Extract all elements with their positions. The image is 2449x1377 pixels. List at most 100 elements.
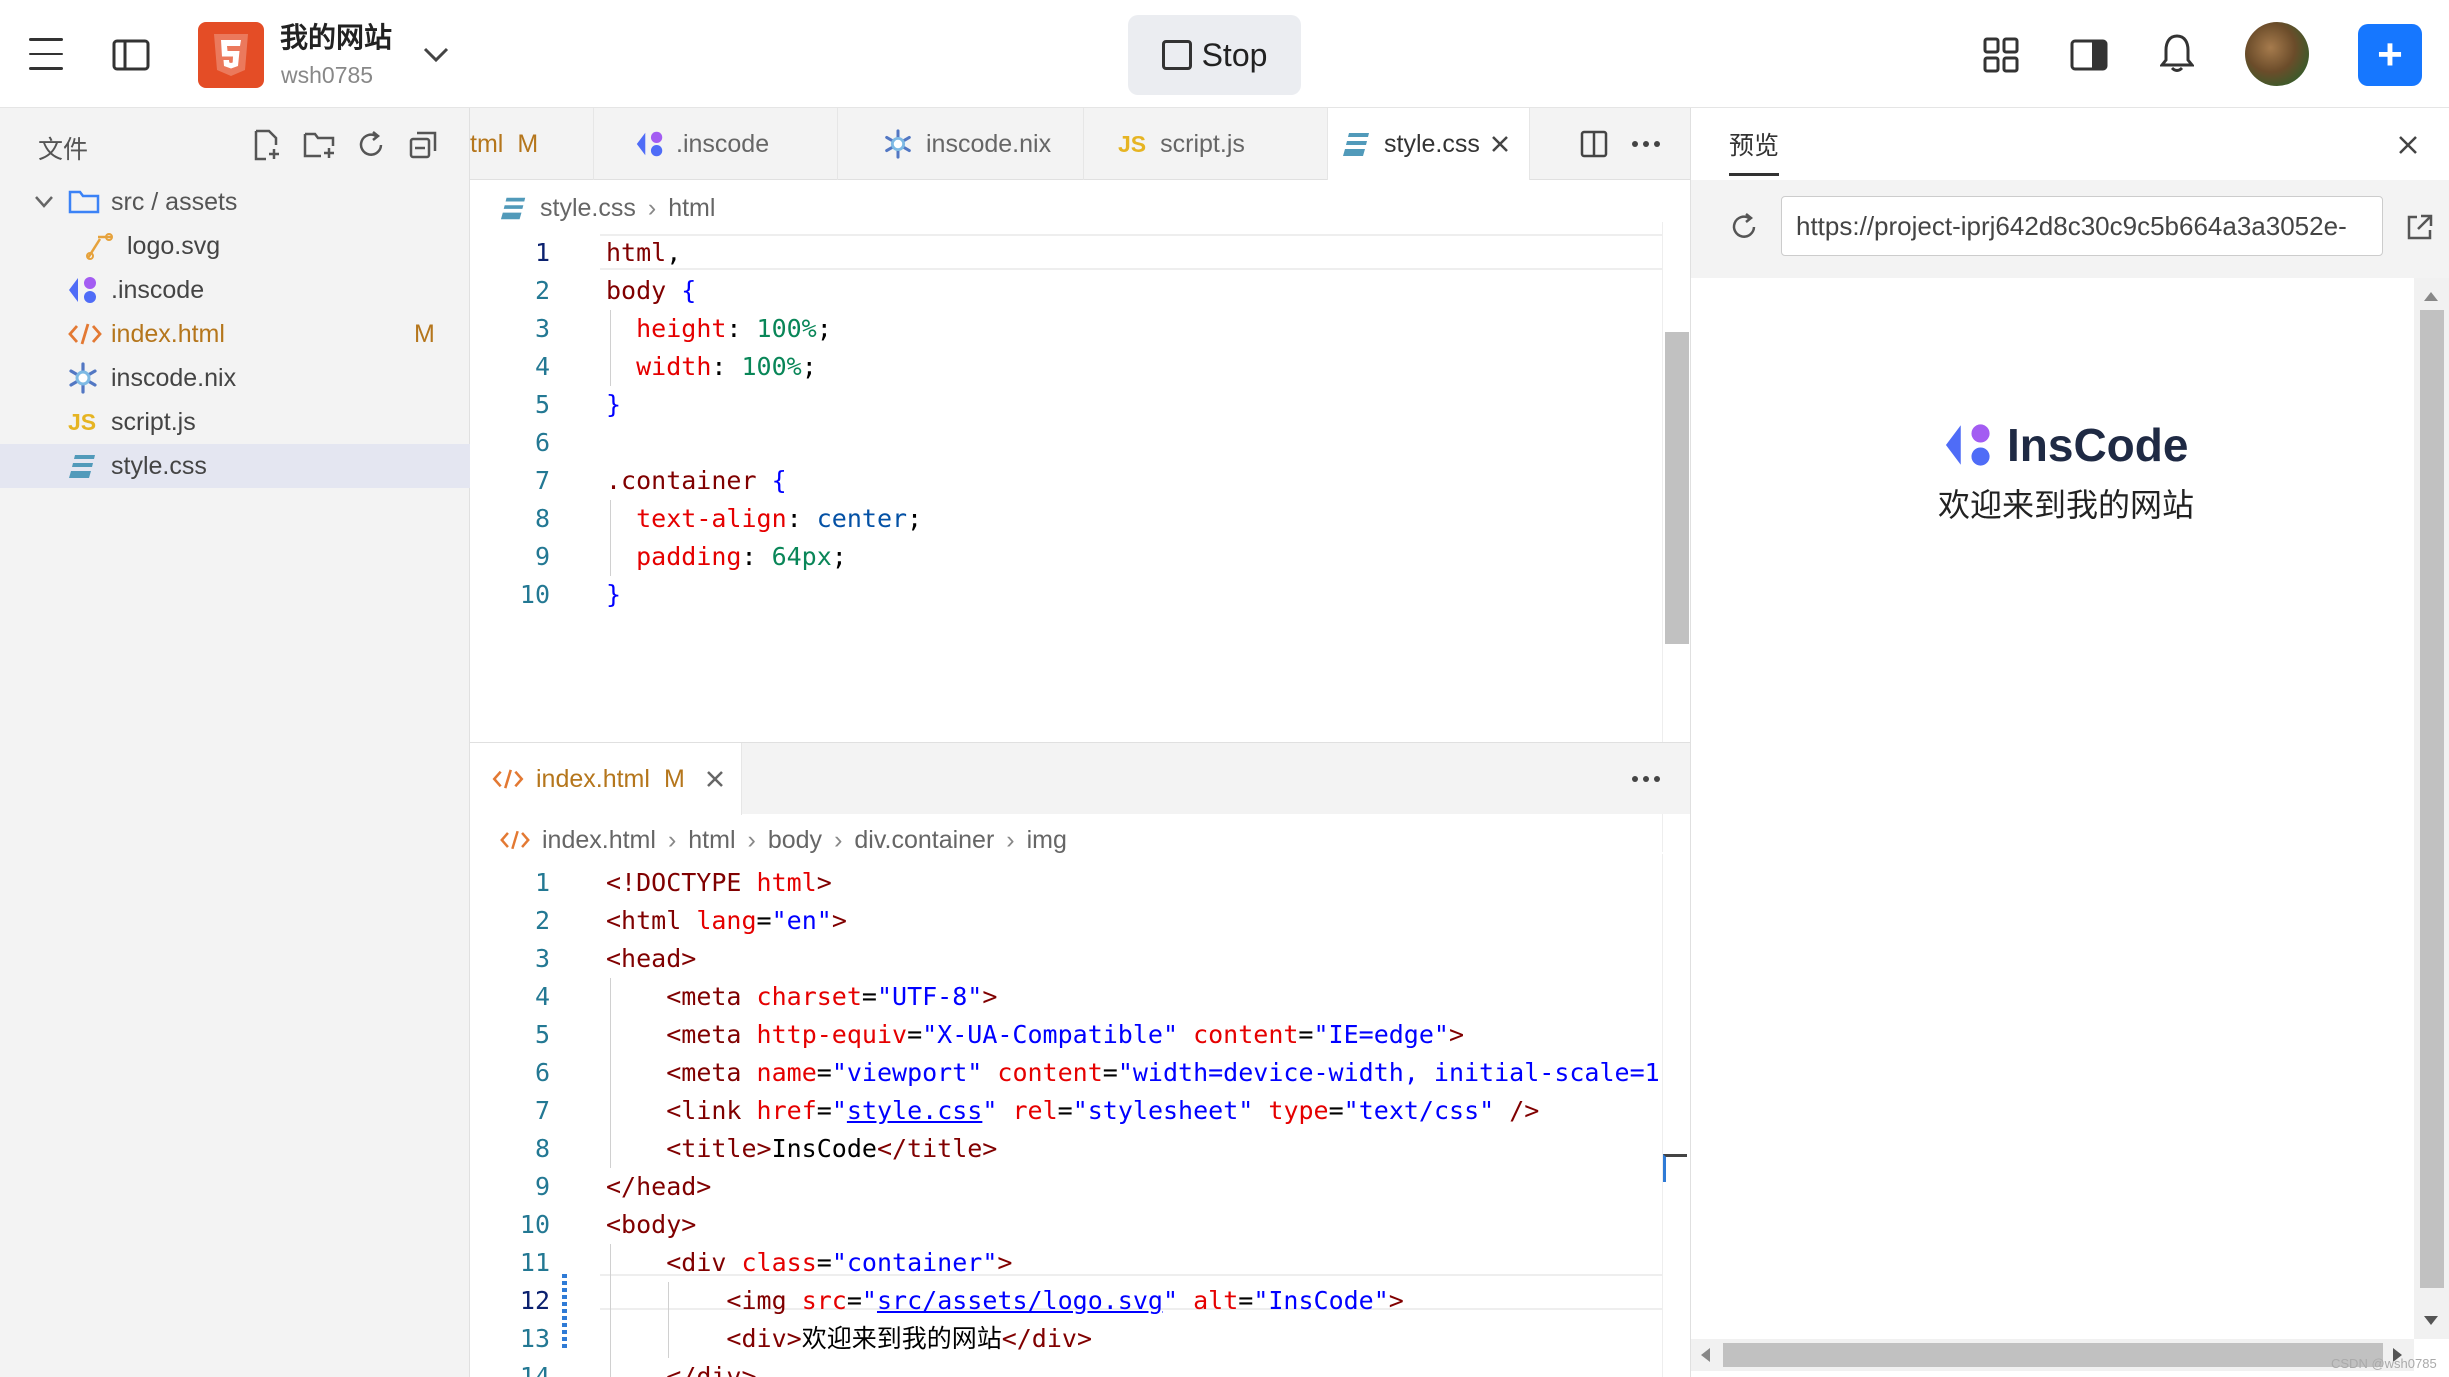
tab-label: script.js <box>1160 129 1245 158</box>
collapse-all-icon[interactable] <box>406 128 440 162</box>
css-file-icon <box>500 197 526 220</box>
scrollbar-thumb[interactable] <box>1663 1154 1687 1182</box>
more-actions-icon[interactable] <box>1628 763 1664 795</box>
breadcrumb-item[interactable]: img <box>1027 826 1067 855</box>
css-file-icon <box>69 455 95 478</box>
breadcrumb-item[interactable]: style.css <box>540 194 636 223</box>
inscode-file-icon <box>636 131 663 157</box>
tab-script-js[interactable]: JS script.js <box>1084 108 1328 180</box>
tree-item-script-js[interactable]: JS script.js <box>0 400 470 444</box>
welcome-text: 欢迎来到我的网站 <box>1938 487 2195 523</box>
breadcrumb-item[interactable]: body <box>768 826 822 855</box>
line-number: 6 <box>534 428 550 457</box>
scrollbar-thumb[interactable] <box>2420 310 2444 1288</box>
breadcrumb-item[interactable]: div.container <box>854 826 994 855</box>
tab-inscode[interactable]: .inscode <box>594 108 838 180</box>
tab-index-html[interactable]: index.html M <box>470 743 742 815</box>
split-editor-icon[interactable] <box>1578 128 1610 160</box>
tree-item-label: script.js <box>111 407 196 436</box>
line-number: 14 <box>519 1362 550 1377</box>
modified-badge: M <box>663 764 685 793</box>
add-button[interactable]: + <box>2358 24 2422 86</box>
reload-icon[interactable] <box>1729 212 1759 242</box>
preview-viewport[interactable]: InsCode 欢迎来到我的网站 <box>1691 278 2414 1339</box>
scroll-down-arrow-icon[interactable] <box>2424 1316 2438 1325</box>
chevron-right-icon: › <box>1006 825 1015 854</box>
scrollbar-bottom[interactable] <box>1662 854 1690 1377</box>
html-file-icon <box>492 769 524 789</box>
close-icon[interactable] <box>2397 134 2419 156</box>
modified-badge: M <box>414 319 435 348</box>
js-file-icon: JS <box>68 408 97 435</box>
line-number: 8 <box>534 504 550 533</box>
editor-tab-bar-top: tml M .inscode inscode.nix JS script.js … <box>470 108 1690 180</box>
editor-area: tml M .inscode inscode.nix JS script.js … <box>470 108 1690 1377</box>
breadcrumb-item[interactable]: html <box>668 194 715 223</box>
open-external-icon[interactable] <box>2405 212 2435 242</box>
chevron-down-icon <box>35 196 53 208</box>
inscode-file-icon <box>69 277 96 303</box>
html-file-icon <box>68 323 102 345</box>
breadcrumb-top: style.css › html <box>500 186 715 230</box>
line-number: 3 <box>534 944 550 973</box>
line-number: 4 <box>534 352 550 381</box>
brand-name: InsCode <box>2007 419 2189 471</box>
breadcrumb-item[interactable]: index.html <box>542 826 656 855</box>
tree-item-index-html[interactable]: index.html M <box>0 312 470 356</box>
indent-guide <box>668 1282 669 1358</box>
html-file-icon <box>500 830 530 850</box>
svg-file-icon <box>86 233 113 260</box>
editor-tab-bar-bottom: index.html M <box>470 742 1690 815</box>
preview-scrollbar-vertical[interactable] <box>2414 278 2449 1339</box>
preview-tab[interactable]: 预览 <box>1729 126 1780 176</box>
tree-item-label: index.html <box>111 319 225 348</box>
git-change-gutter <box>562 1274 567 1350</box>
menu-icon[interactable] <box>26 32 66 76</box>
close-icon[interactable] <box>1490 134 1510 154</box>
new-file-icon[interactable] <box>250 128 284 162</box>
line-number: 11 <box>519 1248 550 1277</box>
avatar[interactable] <box>2245 22 2309 86</box>
scroll-up-arrow-icon[interactable] <box>2424 292 2438 301</box>
chevron-right-icon: › <box>834 825 843 854</box>
stop-button[interactable]: Stop <box>1128 15 1301 95</box>
tree-item-inscode[interactable]: .inscode <box>0 268 470 312</box>
refresh-icon[interactable] <box>354 128 388 162</box>
breadcrumb-item[interactable]: html <box>688 826 735 855</box>
js-file-icon: JS <box>1118 130 1147 157</box>
url-text: https://project-iprj642d8c30c9c5b664a3a3… <box>1796 210 2347 241</box>
tab-inscode-nix[interactable]: inscode.nix <box>838 108 1084 180</box>
tree-item-inscode-nix[interactable]: inscode.nix <box>0 356 470 400</box>
top-bar: 我的网站 wsh0785 Stop + <box>0 0 2449 108</box>
new-folder-icon[interactable] <box>302 128 338 162</box>
line-number: 7 <box>534 1096 550 1125</box>
line-number: 7 <box>534 466 550 495</box>
scroll-left-arrow-icon[interactable] <box>1701 1348 1710 1362</box>
line-number: 10 <box>519 580 550 609</box>
tree-item-src-assets[interactable]: src / assets <box>0 180 470 224</box>
apps-grid-icon[interactable] <box>1982 36 2020 74</box>
breadcrumb-bottom: index.html › html › body › div.container… <box>500 818 1067 862</box>
url-bar[interactable]: https://project-iprj642d8c30c9c5b664a3a3… <box>1781 196 2383 256</box>
chevron-down-icon[interactable] <box>418 40 454 70</box>
close-icon[interactable] <box>705 769 725 789</box>
tree-item-logo-svg[interactable]: logo.svg <box>0 224 470 268</box>
scrollbar-thumb[interactable] <box>1665 332 1689 644</box>
preview-scrollbar-horizontal[interactable] <box>1691 1339 2414 1371</box>
nix-file-icon <box>69 362 97 394</box>
tab-index-html-partial[interactable]: tml M <box>470 108 594 180</box>
tab-label: style.css <box>1384 129 1480 158</box>
tab-label: index.html <box>536 764 650 793</box>
indent-guide <box>610 978 611 1168</box>
inscode-logo: InsCode <box>1941 418 2188 472</box>
line-number: 3 <box>534 314 550 343</box>
tab-style-css[interactable]: style.css <box>1328 108 1530 180</box>
panel-toggle-icon[interactable] <box>2069 38 2109 72</box>
sidebar-toggle-icon[interactable] <box>112 38 150 72</box>
tree-item-style-css[interactable]: style.css <box>0 444 470 488</box>
code-pane-bottom[interactable]: 1 2 3 4 5 6 7 8 9 10 11 12 13 14 <!DOCTYPE html> <htm… <box>470 864 1662 1377</box>
scrollbar-thumb[interactable] <box>1723 1343 2383 1367</box>
bell-icon[interactable] <box>2158 32 2196 74</box>
nix-file-icon <box>885 129 911 159</box>
more-actions-icon[interactable] <box>1628 128 1664 160</box>
